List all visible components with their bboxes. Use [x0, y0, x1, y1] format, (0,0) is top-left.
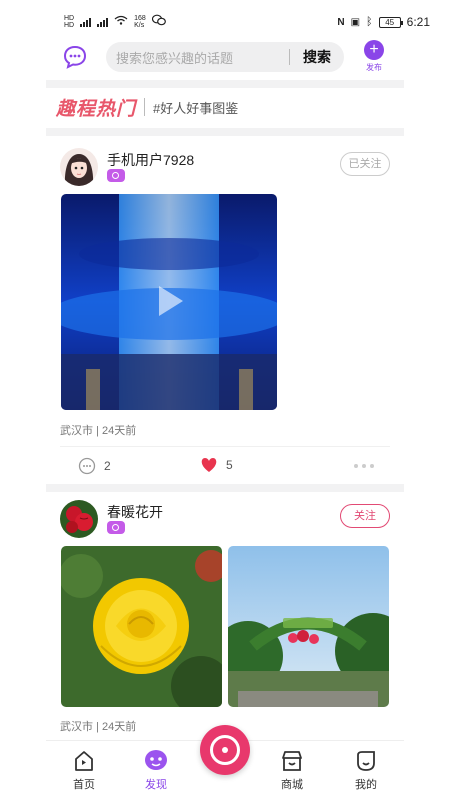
username[interactable]: 手机用户7928	[107, 150, 194, 170]
camera-dot	[222, 747, 228, 753]
battery-icon: 45	[378, 16, 403, 28]
publish-button[interactable]: + 发布	[362, 40, 386, 73]
bottom-nav: 首页 发现 商城 我的	[46, 725, 404, 800]
post-video[interactable]	[61, 194, 277, 410]
status-right: N ▣ ᛒ 45 6:21	[337, 15, 430, 29]
sim-icon: HD HD	[64, 14, 75, 29]
heart-icon	[201, 458, 217, 472]
nav-profile-label: 我的	[355, 779, 377, 791]
search-button[interactable]: 搜索	[290, 47, 344, 67]
signal-icon-2	[97, 17, 109, 27]
profile-icon	[357, 751, 375, 771]
post-image[interactable]	[228, 546, 389, 707]
comment-button[interactable]: 2	[78, 457, 111, 475]
section-divider	[46, 80, 404, 88]
post-image[interactable]	[61, 546, 222, 707]
search-header: 搜索您感兴趣的话题 搜索 + 发布	[0, 40, 450, 78]
chat-icon	[63, 45, 87, 69]
avatar[interactable]	[60, 500, 98, 538]
nav-home[interactable]: 首页	[54, 749, 114, 792]
post-actions: 2 5	[60, 446, 390, 482]
nav-discover[interactable]: 发现	[126, 749, 186, 792]
more-icon[interactable]	[354, 464, 374, 468]
nav-shop-label: 商城	[281, 779, 303, 791]
camera-button[interactable]	[200, 725, 250, 775]
nfc-icon: N	[337, 16, 345, 28]
vibrate-icon: ▣	[350, 16, 361, 28]
publish-label: 发布	[366, 63, 382, 72]
section-divider	[46, 128, 404, 136]
like-button[interactable]: 5	[200, 457, 233, 473]
shop-icon	[282, 751, 302, 771]
message-button[interactable]	[62, 44, 88, 70]
post-header: 春暖花开 关注	[60, 500, 390, 540]
search-input[interactable]: 搜索您感兴趣的话题	[116, 48, 289, 67]
post-location: 武汉市 | 24天前	[60, 425, 137, 437]
topic-banner[interactable]: 趣程热门 #好人好事图鉴	[56, 92, 238, 122]
banner-brand: 趣程热门	[56, 98, 137, 120]
discover-icon	[145, 750, 167, 770]
avatar[interactable]	[60, 148, 98, 186]
nav-home-label: 首页	[73, 779, 95, 791]
like-count: 5	[226, 458, 233, 472]
bluetooth-icon: ᛒ	[366, 16, 373, 28]
clock: 6:21	[406, 15, 430, 29]
follow-button[interactable]: 关注	[340, 504, 390, 528]
user-badge-icon	[107, 521, 125, 534]
follow-button[interactable]: 已关注	[340, 152, 390, 176]
banner-separator	[144, 98, 146, 116]
username[interactable]: 春暖花开	[107, 502, 163, 522]
user-badge-icon	[107, 169, 125, 182]
network-speed: 168 K/s	[134, 14, 146, 29]
status-left: HD HD 168 K/s	[64, 14, 166, 29]
wechat-icon	[151, 14, 166, 29]
nav-profile[interactable]: 我的	[336, 749, 396, 792]
post-header: 手机用户7928 已关注	[60, 148, 390, 188]
wifi-icon	[114, 15, 128, 28]
comment-icon	[78, 457, 96, 475]
search-bar[interactable]: 搜索您感兴趣的话题 搜索	[106, 42, 344, 72]
status-bar: HD HD 168 K/s N ▣ ᛒ 45 6:21	[0, 0, 450, 40]
nav-shop[interactable]: 商城	[262, 749, 322, 792]
comment-count: 2	[104, 459, 111, 473]
home-icon	[75, 751, 93, 771]
nav-discover-label: 发现	[145, 779, 167, 791]
plus-icon: +	[364, 40, 384, 60]
signal-icon	[80, 17, 92, 27]
post-location: 武汉市 | 24天前	[60, 721, 137, 733]
section-divider	[46, 484, 404, 492]
banner-tag[interactable]: #好人好事图鉴	[153, 98, 238, 117]
